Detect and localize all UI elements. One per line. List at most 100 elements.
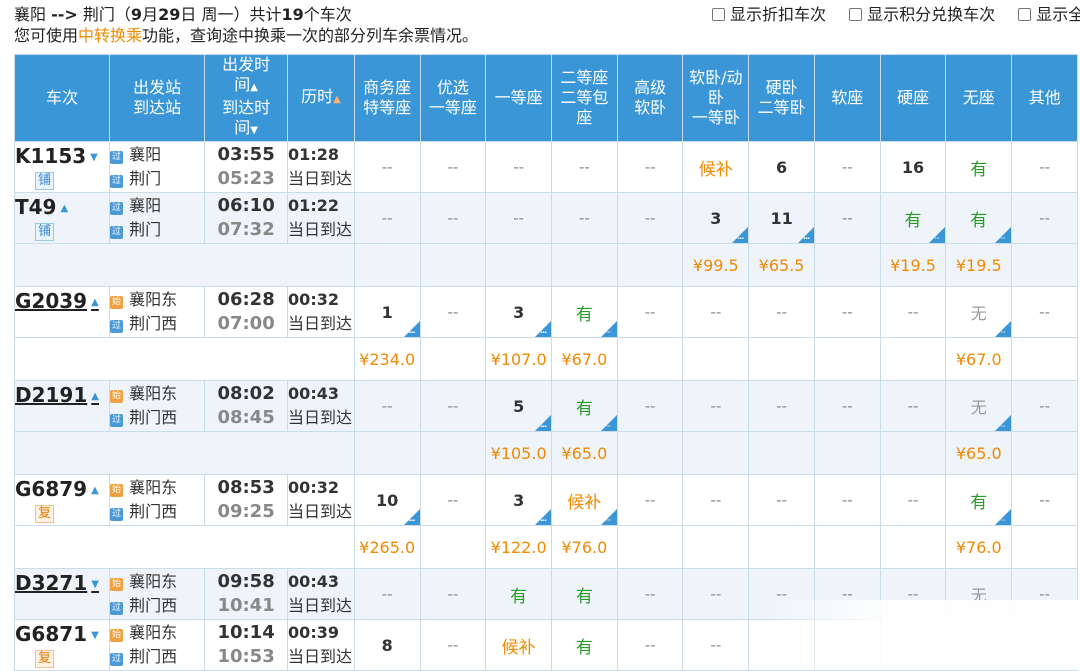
transfer-link[interactable]: 中转换乘	[78, 26, 142, 45]
seat-cell[interactable]: 16	[879, 141, 947, 193]
train-code[interactable]: G2039 ▲	[16, 288, 109, 316]
times-cell: 08:02 08:45	[204, 380, 289, 432]
train-code[interactable]: G6871 ▼	[16, 621, 109, 649]
arrive-note: 当日到达	[288, 408, 353, 427]
price-cell	[551, 243, 618, 287]
train-code-cell[interactable]: D2191 ▲	[13, 380, 111, 432]
caret-down-icon[interactable]: ▼	[91, 630, 99, 641]
header-business: 商务座 特等座	[353, 54, 421, 142]
header-duration[interactable]: 历时▲	[287, 54, 355, 142]
train-code-cell[interactable]: K1153 ▼ 铺	[13, 141, 111, 193]
arrive-note: 当日到达	[288, 647, 353, 666]
train-code[interactable]: K1153 ▼	[16, 143, 109, 171]
seat-cell: --	[813, 286, 881, 338]
passing-station-icon: 过	[110, 175, 124, 188]
stations-cell: 过襄阳过荆门	[109, 192, 206, 244]
filter-points[interactable]: 显示积分兑换车次	[835, 5, 995, 24]
seat-cell[interactable]: 有 ···	[551, 380, 618, 432]
price-cell	[419, 337, 487, 381]
duration: 01:28	[288, 145, 339, 164]
train-code[interactable]: D2191 ▲	[16, 382, 109, 410]
seat-cell[interactable]: 候补	[682, 141, 750, 193]
price-cell	[485, 243, 552, 287]
seat-cell[interactable]: 有 ···	[945, 474, 1013, 526]
price-cell	[1011, 431, 1078, 475]
seat-cell[interactable]: 有 ···	[879, 192, 947, 244]
passing-station-icon: 过	[110, 226, 124, 239]
passing-station-icon: 过	[110, 653, 124, 666]
train-code[interactable]: G6879 ▲	[16, 476, 109, 504]
train-code-cell[interactable]: T49 ▲ 铺	[13, 192, 111, 244]
seat-cell: --	[682, 286, 750, 338]
train-table: 车次 出发站 到达站 出发时 间▲ 到达时 间▼ 历时▲ 商务座 特等座 优选 一等座 一等…	[13, 54, 1078, 671]
seat-cell[interactable]: 有	[945, 141, 1013, 193]
seat-cell[interactable]: 3 ···	[485, 474, 552, 526]
sort-up-icon[interactable]: ▲	[250, 82, 258, 93]
seat-cell[interactable]: 3 ···	[682, 192, 750, 244]
table-row[interactable]: G2039 ▲ 始襄阳东过荆门西 06:28 07:00 00:32 当日到达 1 ··· -- 3…	[13, 286, 1078, 338]
train-code-cell[interactable]: G6871 ▼ 复	[13, 619, 111, 671]
seat-cell[interactable]: 候补	[485, 619, 552, 671]
filter-all-checkbox[interactable]	[1018, 8, 1032, 21]
seat-cell: --	[419, 380, 487, 432]
train-code-cell[interactable]: G6879 ▲ 复	[13, 474, 111, 526]
discount-corner-icon: ···	[534, 414, 551, 431]
duration: 01:22	[288, 196, 339, 215]
discount-corner-icon: ···	[599, 414, 617, 431]
arrival-time: 09:25	[217, 501, 275, 522]
seat-cell[interactable]: 1 ···	[353, 286, 421, 338]
header-soft-seat: 软座	[813, 54, 881, 142]
caret-up-icon[interactable]: ▲	[91, 485, 99, 496]
caret-up-icon[interactable]: ▲	[91, 391, 99, 402]
seat-cell[interactable]: 有 ···	[945, 192, 1013, 244]
seat-cell[interactable]: 5 ···	[485, 380, 552, 432]
table-row[interactable]: T49 ▲ 铺过襄阳过荆门 06:10 07:32 01:22 当日到达 -- -- -- -- --…	[13, 192, 1078, 244]
train-code-cell[interactable]: G2039 ▲	[13, 286, 111, 338]
seat-cell: --	[682, 380, 750, 432]
price-cell	[616, 525, 684, 569]
arrive-note: 当日到达	[288, 502, 353, 521]
price-spacer	[14, 243, 355, 287]
caret-up-icon[interactable]: ▲	[60, 203, 68, 214]
price-cell: ¥76.0	[945, 525, 1013, 569]
seat-cell[interactable]: 10 ···	[353, 474, 421, 526]
train-code-cell[interactable]: D3271 ▼	[13, 568, 111, 620]
table-row[interactable]: D2191 ▲ 始襄阳东过荆门西 08:02 08:45 00:43 当日到达 -- -- 5 ··…	[13, 380, 1078, 432]
duration: 00:43	[288, 384, 339, 403]
train-code[interactable]: D3271 ▼	[16, 570, 109, 598]
origin-station-icon: 始	[110, 390, 124, 403]
caret-down-icon[interactable]: ▼	[90, 152, 98, 163]
seat-cell[interactable]: 候补 ···	[551, 474, 618, 526]
seat-cell[interactable]: 有	[551, 619, 618, 671]
header-soft-sleeper: 软卧/动卧一等卧	[682, 54, 750, 142]
sort-up-icon[interactable]: ▲	[333, 94, 341, 105]
seat-cell[interactable]: 11 ···	[748, 192, 815, 244]
to-station: 荆门西	[129, 502, 178, 521]
seat-cell[interactable]: 有	[551, 568, 618, 620]
filter-discount-checkbox[interactable]	[712, 8, 725, 21]
price-cell: ¥234.0	[353, 337, 421, 381]
train-tag: 复	[35, 650, 55, 668]
header-times[interactable]: 出发时 间▲ 到达时 间▼	[204, 54, 289, 142]
sort-down-icon[interactable]: ▼	[250, 125, 258, 136]
filter-points-checkbox[interactable]	[849, 8, 863, 21]
seat-cell[interactable]: 有	[485, 568, 552, 620]
table-row[interactable]: G6879 ▲ 复始襄阳东过荆门西 08:53 09:25 00:32 当日到达 10 ··· -…	[13, 474, 1078, 526]
caret-down-icon[interactable]: ▼	[91, 579, 99, 590]
price-cell	[748, 431, 815, 475]
seat-cell[interactable]: 3 ···	[485, 286, 552, 338]
price-cell	[1011, 337, 1078, 381]
seat-cell[interactable]: 8	[353, 619, 421, 671]
filter-discount[interactable]: 显示折扣车次	[698, 5, 826, 24]
price-cell	[813, 337, 881, 381]
price-cell: ¥122.0	[485, 525, 552, 569]
train-code[interactable]: T49 ▲	[16, 194, 109, 222]
seat-cell: --	[419, 192, 487, 244]
seat-cell: --	[1011, 286, 1078, 338]
seat-cell[interactable]: 有 ···	[551, 286, 618, 338]
caret-up-icon[interactable]: ▲	[91, 297, 99, 308]
seat-cell[interactable]: 6	[748, 141, 815, 193]
table-row[interactable]: K1153 ▼ 铺过襄阳过荆门 03:55 05:23 01:28 当日到达 -- -- -- --…	[13, 141, 1078, 193]
filter-all[interactable]: 显示全部	[1004, 5, 1080, 24]
price-cell: ¥105.0	[485, 431, 552, 475]
